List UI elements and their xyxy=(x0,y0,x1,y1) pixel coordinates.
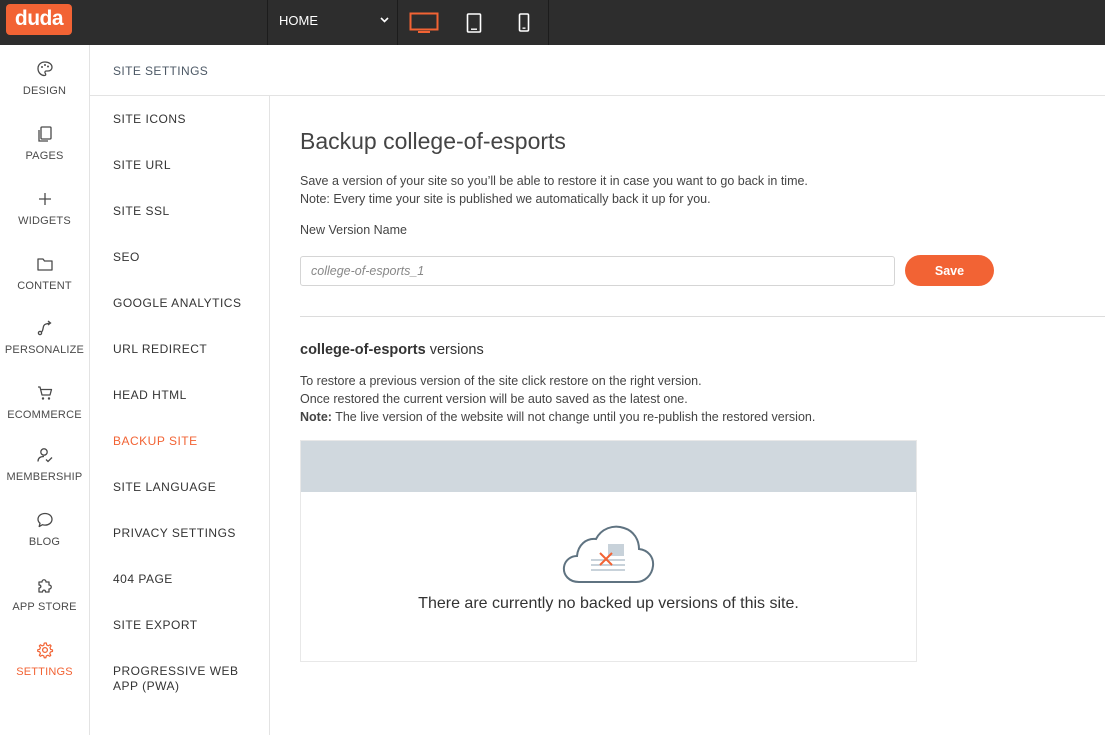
page-title: Backup college-of-esports xyxy=(300,128,566,154)
nav-app-store-label: APP STORE xyxy=(12,601,77,613)
save-button[interactable]: Save xyxy=(905,255,994,286)
nav-settings-label: SETTINGS xyxy=(16,666,73,678)
versions-title: college-of-esports versions xyxy=(300,342,484,358)
nav-pages-label: PAGES xyxy=(25,150,64,162)
menu-head-html[interactable]: HEAD HTML xyxy=(113,388,253,403)
menu-site-url[interactable]: SITE URL xyxy=(113,158,253,173)
settings-header: SITE SETTINGS xyxy=(90,45,1105,96)
backup-description: Save a version of your site so you’ll be… xyxy=(300,172,808,208)
nav-design[interactable]: DESIGN xyxy=(0,57,89,117)
tablet-view-button[interactable] xyxy=(449,0,499,45)
menu-pwa[interactable]: PROGRESSIVE WEB APP (PWA) xyxy=(113,664,243,694)
backup-description-line2: Note: Every time your site is published … xyxy=(300,192,711,206)
menu-url-redirect[interactable]: URL REDIRECT xyxy=(113,342,253,357)
member-icon xyxy=(36,448,52,463)
nav-personalize[interactable]: PERSONALIZE xyxy=(0,316,89,376)
nav-pages[interactable]: PAGES xyxy=(0,122,89,182)
chat-bubble-icon xyxy=(36,512,53,528)
mobile-view-button[interactable] xyxy=(499,0,549,45)
menu-privacy-settings[interactable]: PRIVACY SETTINGS xyxy=(113,526,253,541)
nav-blog[interactable]: BLOG xyxy=(0,508,89,568)
gear-icon xyxy=(36,642,53,659)
menu-seo[interactable]: SEO xyxy=(113,250,253,265)
divider xyxy=(300,316,1105,317)
nav-app-store[interactable]: APP STORE xyxy=(0,573,89,633)
versions-table-header xyxy=(301,441,916,492)
menu-backup-site[interactable]: BACKUP SITE xyxy=(113,434,253,449)
version-name-label: New Version Name xyxy=(300,223,407,237)
menu-404-page[interactable]: 404 PAGE xyxy=(113,572,253,587)
nav-membership[interactable]: MEMBERSHIP xyxy=(0,443,89,503)
personalize-icon xyxy=(37,320,52,336)
top-bar: duda HOME xyxy=(0,0,1105,45)
nav-widgets-label: WIDGETS xyxy=(18,215,71,227)
nav-content[interactable]: CONTENT xyxy=(0,252,89,312)
plus-icon xyxy=(38,193,51,205)
settings-menu: SITE ICONS SITE URL SITE SSL SEO GOOGLE … xyxy=(90,96,270,735)
pages-icon xyxy=(37,126,52,142)
menu-site-language[interactable]: SITE LANGUAGE xyxy=(113,480,253,495)
restore-description: To restore a previous version of the sit… xyxy=(300,372,815,426)
note-text: The live version of the website will not… xyxy=(331,410,816,424)
duda-logo[interactable]: duda xyxy=(6,4,72,35)
restore-note: Note: The live version of the website wi… xyxy=(300,408,815,426)
versions-site-name: college-of-esports xyxy=(300,342,426,358)
nav-design-label: DESIGN xyxy=(22,85,67,97)
restore-line1: To restore a previous version of the sit… xyxy=(300,374,702,388)
nav-personalize-label: PERSONALIZE xyxy=(4,344,85,356)
nav-blog-label: BLOG xyxy=(28,536,61,548)
desktop-view-button[interactable] xyxy=(399,0,449,45)
chevron-down-icon xyxy=(380,0,389,42)
nav-content-label: CONTENT xyxy=(17,280,72,292)
versions-table: There are currently no backed up version… xyxy=(300,440,917,662)
tablet-icon xyxy=(466,12,482,33)
backup-description-line1: Save a version of your site so you’ll be… xyxy=(300,174,808,188)
menu-site-export[interactable]: SITE EXPORT xyxy=(113,618,253,633)
version-name-input[interactable] xyxy=(300,256,895,286)
nav-ecommerce-label: ECOMMERCE xyxy=(7,409,82,421)
page-selector-label: HOME xyxy=(279,13,318,28)
palette-icon xyxy=(36,61,53,77)
versions-suffix: versions xyxy=(425,342,484,358)
menu-google-analytics[interactable]: GOOGLE ANALYTICS xyxy=(113,296,253,311)
nav-ecommerce[interactable]: ECOMMERCE xyxy=(0,381,89,441)
note-label: Note: xyxy=(300,410,332,424)
menu-site-ssl[interactable]: SITE SSL xyxy=(113,204,253,219)
mobile-icon xyxy=(518,13,529,32)
empty-state-text: There are currently no backed up version… xyxy=(418,595,799,612)
folder-icon xyxy=(36,258,53,271)
puzzle-icon xyxy=(37,579,52,593)
page-selector[interactable]: HOME xyxy=(267,0,398,45)
menu-site-icons[interactable]: SITE ICONS xyxy=(113,112,253,127)
empty-cloud-icon xyxy=(562,525,655,583)
nav-membership-label: MEMBERSHIP xyxy=(6,471,83,483)
nav-settings[interactable]: SETTINGS xyxy=(0,638,89,698)
restore-line2: Once restored the current version will b… xyxy=(300,392,688,406)
settings-title: SITE SETTINGS xyxy=(113,64,209,78)
nav-widgets[interactable]: WIDGETS xyxy=(0,187,89,247)
cart-icon xyxy=(37,386,52,400)
backup-panel: Backup college-of-esports Save a version… xyxy=(270,96,1105,735)
left-nav-rail: DESIGN PAGES WIDGETS CONTENT PERSONALIZE xyxy=(0,45,90,735)
desktop-icon xyxy=(409,12,439,33)
